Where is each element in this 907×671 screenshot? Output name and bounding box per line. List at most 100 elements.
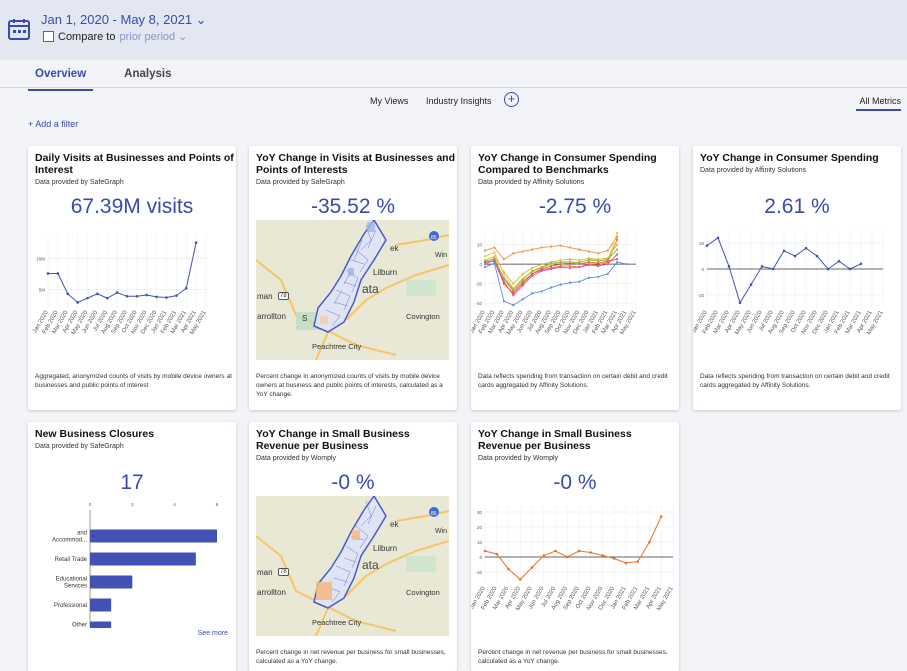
data-point — [512, 292, 515, 295]
data-point — [597, 262, 600, 265]
data-point — [587, 276, 590, 279]
map-label-win: Win — [435, 528, 448, 535]
data-point — [578, 280, 581, 283]
card-yoy-visits[interactable]: YoY Change in Visits at Businesses and P… — [249, 146, 457, 410]
card-title: YoY Change in Small Business Revenue per… — [256, 428, 410, 452]
map-label-arrollton: arrollton — [257, 312, 286, 321]
data-point — [502, 270, 505, 274]
card-value: -0 % — [331, 471, 375, 494]
map-label-peachtree: Peachtree City — [312, 618, 362, 627]
data-point — [616, 248, 619, 251]
add-view-button[interactable]: + — [504, 92, 519, 107]
map-label-lilburn: Lilburn — [373, 268, 398, 277]
data-point — [559, 261, 562, 264]
data-point — [512, 288, 515, 291]
data-point — [512, 282, 515, 285]
industry-insights-link[interactable]: Industry Insights — [426, 96, 492, 106]
compare-checkbox[interactable] — [43, 31, 54, 42]
map-label-win: Win — [435, 252, 448, 259]
my-views-link[interactable]: My Views — [370, 96, 408, 106]
data-point — [502, 276, 505, 279]
data-point — [502, 300, 505, 303]
data-point — [749, 283, 753, 286]
data-point — [521, 250, 524, 253]
svg-text:85: 85 — [431, 235, 437, 241]
consumer-spending-benchmarks-chart: 200-20-40Jan 2020Feb 2020Mar 2020Apr 202… — [471, 230, 638, 336]
data-point — [559, 283, 562, 286]
data-point — [554, 549, 557, 553]
card-title: New Business Closures — [35, 428, 155, 440]
data-point — [624, 561, 628, 565]
map-label-covington: Covington — [406, 588, 440, 597]
card-small-business-revenue[interactable]: YoY Change in Small Business Revenue per… — [471, 422, 679, 671]
bar — [90, 621, 112, 628]
data-point — [512, 252, 515, 255]
data-point — [587, 257, 590, 260]
card-business-closures[interactable]: New Business Closures Data provided by S… — [28, 422, 236, 671]
x-tick-label: 6 — [216, 502, 219, 507]
category-label: Services — [64, 584, 87, 590]
compare-period-dropdown[interactable]: prior period ⌄ — [119, 30, 187, 43]
see-more-link[interactable]: See more — [198, 630, 228, 637]
data-point — [804, 246, 808, 250]
data-point — [782, 249, 786, 253]
data-point — [826, 267, 830, 271]
card-small-business-revenue-map[interactable]: YoY Change in Small Business Revenue per… — [249, 422, 457, 671]
data-point — [601, 554, 604, 557]
data-point — [502, 282, 505, 285]
card-description: Percent change in net revenue per busine… — [256, 649, 446, 665]
category-label: Retail Trade — [55, 557, 88, 563]
data-point — [493, 255, 496, 258]
all-metrics-link[interactable]: All Metrics — [859, 96, 901, 106]
card-consumer-spending-benchmarks[interactable]: YoY Change in Consumer Spending Compared… — [471, 146, 679, 410]
add-filter-button[interactable]: + Add a filter — [28, 119, 78, 129]
date-range-selector[interactable]: Jan 1, 2020 - May 8, 2021 ⌄ — [41, 12, 207, 28]
data-point — [636, 560, 640, 563]
data-point — [597, 252, 600, 255]
data-point — [540, 290, 543, 293]
data-point — [483, 255, 487, 258]
category-label: Professional — [54, 603, 87, 609]
y-tick-label: -40 — [475, 301, 482, 306]
data-point — [815, 254, 819, 258]
data-point — [771, 267, 775, 271]
data-point — [568, 262, 572, 265]
card-title: YoY Change in Consumer Spending — [700, 152, 879, 164]
card-title: Daily Visits at Businesses and Points of… — [35, 152, 234, 176]
card-description: Percent change in anonymized counts of v… — [256, 373, 443, 398]
data-point — [648, 540, 651, 544]
date-header: Jan 1, 2020 - May 8, 2021 ⌄ Compare to p… — [0, 0, 907, 60]
view-nav: My Views Industry Insights + All Metrics — [0, 92, 907, 118]
data-point — [540, 267, 543, 271]
data-point — [597, 260, 600, 263]
compare-toggle[interactable]: Compare to prior period ⌄ — [43, 30, 187, 43]
data-point — [531, 269, 534, 273]
calendar-icon[interactable] — [8, 18, 30, 40]
data-point — [568, 281, 572, 284]
choropleth-map[interactable]: 85 ek Win Lilburn ata man 78 arrollton C… — [256, 496, 449, 636]
data-point — [616, 243, 619, 246]
data-point — [194, 241, 198, 244]
choropleth-map[interactable]: 85 ek Win Lilburn ata man 78 arrollton S… — [256, 220, 449, 360]
data-point — [518, 578, 522, 581]
data-point — [502, 258, 505, 261]
data-point — [597, 275, 600, 278]
card-consumer-spending[interactable]: YoY Change in Consumer Spending Data pro… — [693, 146, 901, 410]
map-label-ata: ata — [362, 558, 379, 572]
category-label: Accommod... — [52, 538, 87, 544]
y-tick-label: 20 — [477, 243, 483, 248]
data-point — [559, 244, 562, 247]
data-point — [578, 265, 581, 269]
data-point — [56, 272, 60, 275]
data-point — [493, 246, 496, 249]
data-point — [105, 296, 109, 300]
data-point — [606, 249, 609, 252]
y-tick-label: 0 — [479, 262, 482, 267]
x-tick-label: 4 — [173, 502, 176, 507]
data-point — [165, 296, 168, 299]
data-point — [96, 292, 99, 296]
data-point — [587, 264, 590, 267]
data-point — [521, 298, 524, 301]
data-point — [540, 246, 543, 249]
card-daily-visits[interactable]: Daily Visits at Businesses and Points of… — [28, 146, 236, 410]
